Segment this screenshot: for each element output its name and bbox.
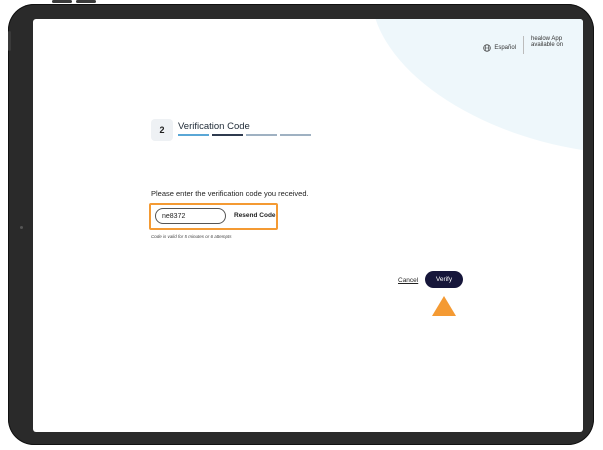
tablet-top-button-2	[76, 0, 96, 3]
verification-prompt: Please enter the verification code you r…	[151, 189, 309, 198]
resend-code-link[interactable]: Resend Code	[234, 212, 276, 219]
language-label: Español	[494, 45, 516, 51]
app-screen: Español healow App available on 2 Verifi…	[33, 19, 583, 432]
header-divider	[523, 36, 524, 54]
progress-segment	[178, 134, 209, 136]
camera-dot	[20, 226, 23, 229]
top-bar: Español healow App available on	[483, 36, 569, 57]
cancel-link[interactable]: Cancel	[398, 277, 418, 284]
step-progress	[178, 134, 311, 136]
pointer-arrow-icon	[432, 296, 456, 316]
tablet-top-button	[52, 0, 72, 3]
verify-button[interactable]: Verify	[425, 271, 463, 288]
step-number: 2	[151, 119, 173, 141]
progress-segment	[212, 134, 243, 136]
globe-icon	[483, 39, 491, 57]
app-availability-text[interactable]: healow App available on	[531, 36, 569, 48]
verification-code-input[interactable]	[155, 208, 226, 224]
progress-segment	[246, 134, 277, 136]
step-title: Verification Code	[178, 121, 250, 132]
progress-segment	[280, 134, 311, 136]
language-switch[interactable]: Español	[483, 39, 516, 57]
tablet-side-button	[8, 31, 11, 51]
code-validity-note: Code is valid for 5 minutes or 6 attempt…	[151, 234, 232, 239]
